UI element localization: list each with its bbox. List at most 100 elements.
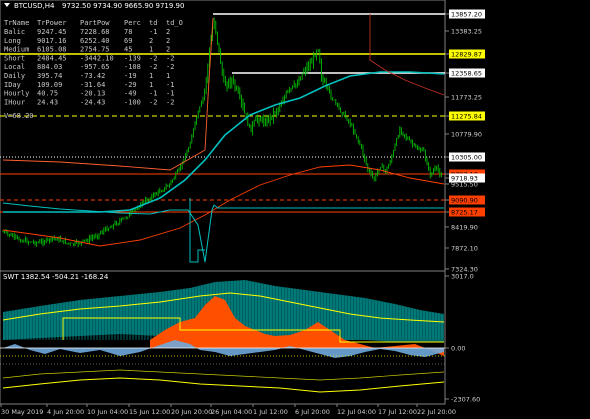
table-cell: Short	[4, 54, 25, 62]
price-level-label: 9090.90	[451, 197, 478, 205]
ma-slow-line	[2, 164, 445, 247]
table-footer: V=68.20	[4, 112, 34, 120]
main-panel-frame	[0, 0, 446, 272]
table-cell: 2484.45	[37, 54, 67, 62]
table-cell: -19	[124, 72, 137, 80]
time-label: 1 Jul 12:00	[253, 408, 288, 416]
table-cell: 2	[149, 37, 153, 45]
table-cell: -957.65	[80, 63, 110, 71]
price-tick-label: 11773.25	[451, 94, 482, 102]
indicator-tick-label: 3017.0	[451, 273, 474, 281]
price-level-label: 13857.20	[451, 11, 482, 19]
price-tick-label: 13383.25	[451, 28, 482, 36]
table-cell: -139	[124, 54, 141, 62]
table-cell: -24.43	[80, 98, 105, 106]
table-cell: -108	[124, 63, 141, 71]
table-cell: 2	[166, 37, 170, 45]
price-axis: 13857.20 13383.25 12829.87 12358.65 11773.25…	[445, 9, 485, 274]
price-tick-label: 9515.50	[451, 181, 478, 189]
table-cell: 69	[124, 37, 132, 45]
chart-menu-icon[interactable]	[4, 3, 10, 7]
symbol-label: BTCUSD,H4	[14, 2, 55, 10]
table-cell: 40.75	[37, 90, 58, 98]
table-cell: Hourly	[4, 90, 29, 98]
time-label: 6 Jul 20:00	[295, 408, 330, 416]
table-cell: 2754.75	[80, 46, 110, 54]
ohlc-label: 9732.50 9734.90 9665.90 9719.90	[62, 2, 184, 10]
price-tick-label: 8419.90	[451, 224, 478, 232]
table-cell: Balic	[4, 28, 25, 36]
time-label: 20 Jun 20:00	[171, 408, 212, 416]
table-cell: -1	[149, 28, 157, 36]
price-level-label: 12829.87	[451, 51, 482, 59]
table-cell: -20.13	[80, 90, 105, 98]
table-cell: 1	[166, 72, 170, 80]
table-cell: Daily	[4, 72, 25, 80]
lower-envelope	[2, 377, 445, 393]
table-header-cell: Perc	[124, 19, 141, 27]
table-cell: -73.42	[80, 72, 105, 80]
table-cell: -2	[166, 54, 174, 62]
table-cell: 1	[149, 81, 153, 89]
time-label: 30 May 2019	[1, 408, 43, 416]
table-cell: -3442.10	[80, 54, 114, 62]
table-cell: 78	[124, 28, 132, 36]
table-cell: 884.03	[37, 63, 62, 71]
table-cell: 6252.40	[80, 37, 110, 45]
table-cell: 395.74	[37, 72, 62, 80]
indicator-tick-label: 0.00	[451, 345, 465, 353]
price-level-label: 12358.65	[451, 70, 482, 78]
table-cell: Medium	[4, 46, 29, 54]
table-cell: -2	[149, 63, 157, 71]
time-label: 17 Jul 12:00	[378, 408, 417, 416]
table-cell: -2	[166, 98, 174, 106]
time-label: 22 Jul 20:00	[417, 408, 456, 416]
indicator-tick-label: -2307.60	[451, 396, 480, 404]
price-level-label: 8725.17	[451, 209, 478, 217]
table-header-cell: TrName	[4, 19, 29, 27]
table-cell: 9017.16	[37, 37, 67, 45]
time-label: 26 Jun 04:00	[211, 408, 252, 416]
table-header-cell: TrPower	[37, 19, 67, 27]
trading-chart-window: BTCUSD,H4 9732.50 9734.90 9665.90 9719.9…	[0, 0, 590, 419]
table-cell: 7228.68	[80, 28, 110, 36]
table-cell: 6105.08	[37, 46, 67, 54]
table-cell: 1	[149, 72, 153, 80]
table-cell: -100	[124, 98, 141, 106]
price-level-label: 10305.00	[451, 154, 482, 162]
table-cell: 9247.45	[37, 28, 67, 36]
indicator-plot: 3017.0 0.00 -2307.60	[0, 273, 480, 404]
table-cell: 24.43	[37, 98, 58, 106]
table-cell: -31.64	[80, 81, 105, 89]
table-cell: 1	[149, 46, 153, 54]
table-cell: 45	[124, 46, 132, 54]
table-header-cell: td_O	[166, 19, 183, 27]
main-plot	[0, 13, 445, 263]
table-cell: -2	[149, 98, 157, 106]
table-cell: Local	[4, 63, 25, 71]
table-cell: 2	[166, 28, 170, 36]
time-label: 12 Jul 04:00	[337, 408, 376, 416]
table-cell: -2	[149, 54, 157, 62]
price-level-label: 11275.84	[451, 113, 482, 121]
table-header-cell: PartPow	[80, 19, 110, 27]
table-cell: 109.09	[37, 81, 62, 89]
table-cell: -1	[166, 81, 174, 89]
table-cell: Long	[4, 37, 21, 45]
table-cell: -2	[166, 63, 174, 71]
time-label: 4 Jun 20:00	[47, 408, 84, 416]
lower-envelope-2	[2, 369, 445, 381]
indicator-title: SWT 1382.54 -504.21 -168.24	[3, 273, 109, 281]
table-cell: IHour	[4, 98, 25, 106]
ma-fast-line	[3, 71, 445, 213]
time-label: 10 Jun 04:00	[87, 408, 128, 416]
table-cell: -49	[124, 90, 137, 98]
time-axis: 30 May 2019 4 Jun 20:00 10 Jun 04:00 15 Jun…	[0, 404, 456, 416]
chart-canvas[interactable]: BTCUSD,H4 9732.50 9734.90 9665.90 9719.9…	[0, 0, 590, 419]
price-tick-label: 10779.90	[451, 131, 482, 139]
table-cell: -1	[149, 90, 157, 98]
price-tick-label: 7872.10	[451, 245, 478, 253]
table-cell: 2	[166, 46, 170, 54]
info-table: TrName TrPower PartPow Perc td td_O Balic 9247.…	[4, 19, 183, 120]
table-header-cell: td	[149, 19, 157, 27]
